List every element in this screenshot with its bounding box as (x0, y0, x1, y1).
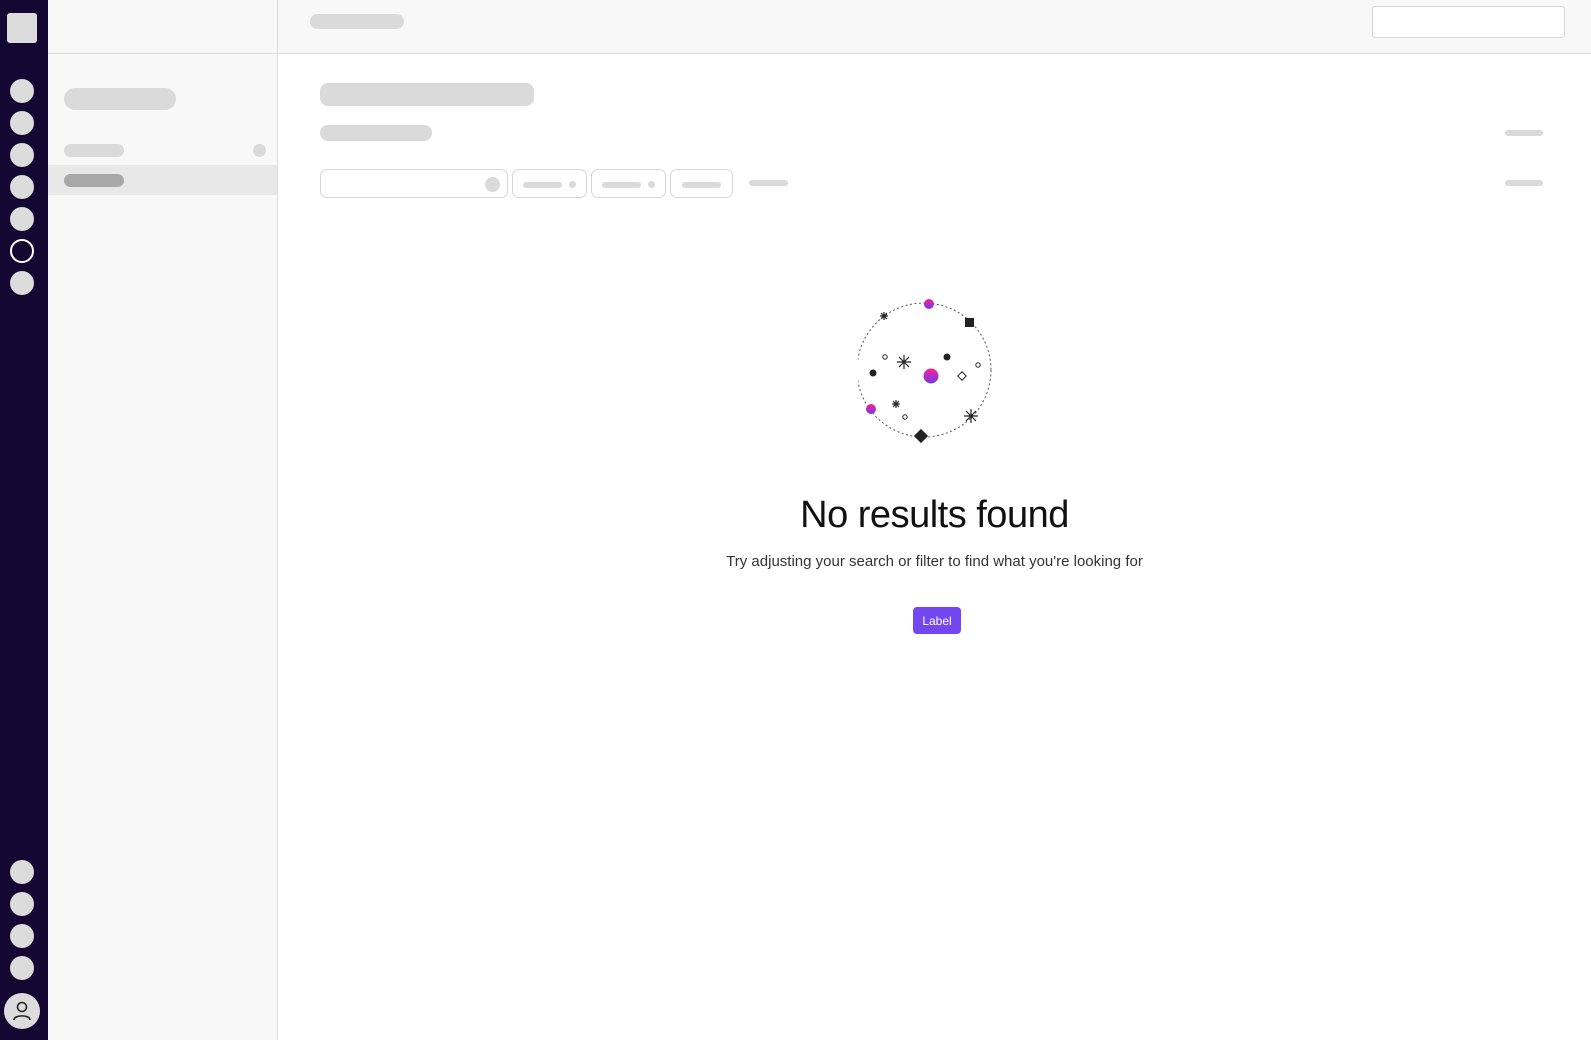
bottom-nav-icon-1[interactable] (10, 860, 34, 884)
app-logo[interactable] (7, 13, 37, 43)
global-search-input[interactable] (1372, 6, 1565, 38)
sidebar-item-badge-placeholder (253, 144, 266, 157)
bottom-nav-icon-4[interactable] (10, 956, 34, 980)
page-title-placeholder (320, 83, 534, 106)
nav-icon-7[interactable] (10, 271, 34, 295)
app-rail (0, 0, 48, 1040)
nav-icon-3[interactable] (10, 143, 34, 167)
search-icon (485, 177, 500, 192)
bottom-nav-icon-2[interactable] (10, 892, 34, 916)
chevron-down-icon (569, 181, 576, 188)
chevron-down-icon (648, 181, 655, 188)
nav-icon-2[interactable] (10, 111, 34, 135)
empty-state-description: Try adjusting your search or filter to f… (726, 553, 1143, 570)
filter-dropdown-2[interactable] (591, 169, 666, 198)
main-content: No results found Try adjusting your sear… (278, 54, 1591, 1040)
nav-icon-4[interactable] (10, 175, 34, 199)
sidebar-item-active-label-placeholder (64, 174, 124, 187)
secondary-sidebar (48, 0, 278, 1040)
empty-state-action-button[interactable]: Label (913, 607, 961, 634)
top-bar (278, 0, 1591, 54)
user-avatar[interactable] (4, 993, 40, 1029)
bottom-nav-icon-3[interactable] (10, 924, 34, 948)
filter-dropdown-1-label-placeholder (523, 182, 562, 188)
nav-icon-active[interactable] (10, 239, 34, 263)
results-count-placeholder (1505, 180, 1543, 186)
sidebar-item-placeholder[interactable] (64, 144, 124, 157)
empty-state-title: No results found (800, 494, 1069, 536)
filter-dropdown-1[interactable] (512, 169, 587, 198)
filter-dropdown-2-label-placeholder (602, 182, 641, 188)
filter-button-label-placeholder (682, 182, 721, 188)
sidebar-title-placeholder (64, 88, 176, 110)
breadcrumb-placeholder (310, 14, 404, 29)
nav-icon-5[interactable] (10, 207, 34, 231)
user-icon (13, 1001, 31, 1021)
page-subtitle-placeholder (320, 125, 432, 141)
empty-state-illustration (858, 299, 992, 444)
filter-search-input[interactable] (320, 169, 508, 198)
header-meta-placeholder (1505, 130, 1543, 136)
nav-icon-1[interactable] (10, 79, 34, 103)
clear-filters-link-placeholder[interactable] (749, 180, 788, 186)
sidebar-header (48, 0, 277, 54)
filter-button[interactable] (670, 169, 733, 198)
